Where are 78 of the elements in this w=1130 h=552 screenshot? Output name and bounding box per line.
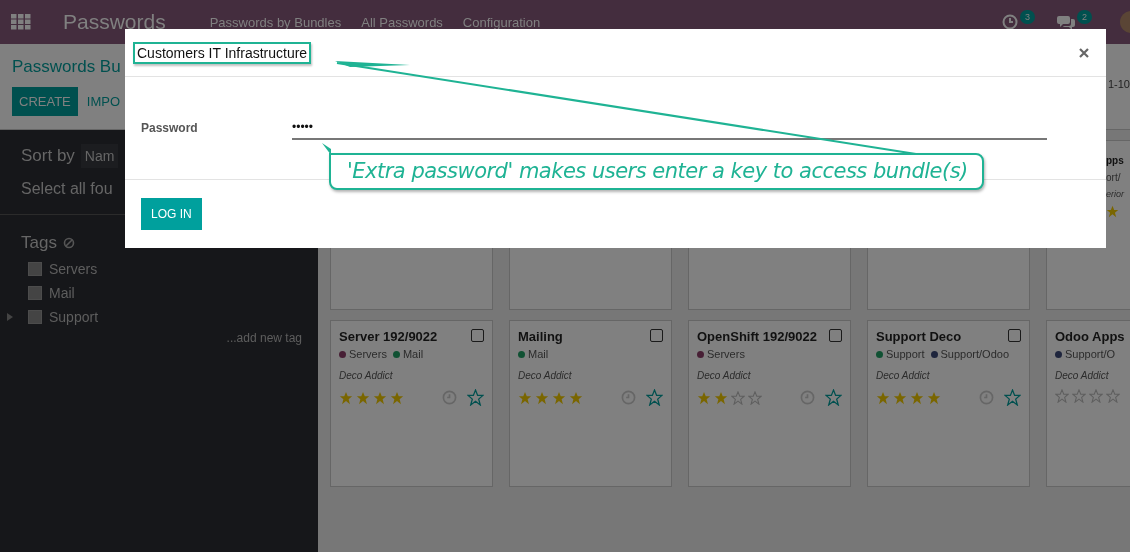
filled-star-icon[interactable] [518,390,532,405]
filled-star-icon[interactable] [893,390,907,405]
breadcrumb[interactable]: Passwords Bu [12,57,123,77]
empty-star-icon[interactable] [1089,389,1103,403]
tag-label: Support [886,348,925,360]
activity-count: 3 [1019,10,1035,24]
partner-name: Deco Addict [876,370,931,381]
card-checkbox[interactable] [471,329,484,342]
tag-label: Servers [349,348,387,360]
tags-title: Tags [21,233,57,253]
login-button[interactable]: LOG IN [141,198,202,230]
filled-star-icon[interactable] [339,390,353,405]
filled-star-icon[interactable] [569,390,583,405]
favorite-star-icon[interactable] [1004,389,1021,406]
tag-checkbox[interactable] [28,310,42,324]
filled-star-icon[interactable] [535,390,549,405]
tag-label: Servers [707,348,745,360]
caret-icon[interactable] [7,313,13,321]
partner-name: Deco Addict [697,370,752,381]
filled-star-icon[interactable] [552,390,566,405]
card-title[interactable]: Mailing [518,329,563,344]
tag-label: Mail [402,348,424,360]
callout: 'Extra password' makes users enter a key to access bundle(s) [329,153,984,190]
sort-dropdown[interactable]: Nam [80,144,119,168]
filled-star-icon[interactable] [373,390,387,405]
empty-star-icon[interactable] [748,390,762,405]
menu-item[interactable]: Configuration [462,14,541,30]
sort-label: Sort by [21,146,75,166]
empty-star-icon[interactable] [1055,389,1069,403]
tag-label: Support/Odoo [940,348,1010,360]
callout-pointer [322,143,331,155]
tag-checkbox[interactable] [28,262,42,276]
field-label: Password [141,120,199,135]
add-tag-link[interactable]: ...add new tag [226,331,302,345]
card-title[interactable]: Server 192/9022 [339,329,438,344]
tag-label: ort/ [1106,172,1122,183]
chat-icon[interactable] [1057,14,1075,30]
card-checkbox[interactable] [829,329,842,342]
star-icon[interactable] [1106,205,1119,218]
filled-star-icon[interactable] [910,390,924,405]
partner-name: Deco Addict [339,370,394,381]
favorite-star-icon[interactable] [646,389,663,406]
filled-star-icon[interactable] [876,390,890,405]
toolbar-button[interactable]: CREATE [12,87,78,116]
filled-star-icon[interactable] [390,390,404,405]
tag-label[interactable]: Support [49,309,99,325]
tag-label: Mail [528,348,549,360]
card-title[interactable]: Odoo Apps [1055,329,1125,344]
menu-item[interactable]: All Passwords [361,14,443,30]
toolbar-button[interactable]: IMPO [83,87,123,116]
empty-star-icon[interactable] [1072,389,1086,403]
message-count: 2 [1077,10,1092,24]
card-checkbox[interactable] [650,329,663,342]
forbidden-icon[interactable] [62,237,75,249]
empty-star-icon[interactable] [1106,389,1120,403]
partner-name: Deco Addict [1055,370,1110,381]
card-title[interactable]: Support Deco [876,329,962,344]
partner-name: erior [1106,189,1126,199]
partner-name: Deco Addict [518,370,573,381]
card-checkbox[interactable] [1008,329,1021,342]
filled-star-icon[interactable] [356,390,370,405]
tag-checkbox[interactable] [28,286,42,300]
dialog-title: Customers IT Infrastructure [133,41,312,64]
filled-star-icon[interactable] [697,390,711,405]
tag-label[interactable]: Servers [49,261,98,277]
clock-icon[interactable] [1001,14,1018,30]
filled-star-icon[interactable] [714,390,728,405]
empty-star-icon[interactable] [731,390,745,405]
filled-star-icon[interactable] [927,390,941,405]
tag-label: Support/O [1065,348,1116,360]
app-title: Passwords [63,10,166,34]
pager-text: 1-10 [1107,77,1130,90]
card-title: pps [1106,155,1125,166]
favorite-star-icon[interactable] [825,389,842,406]
tag-label[interactable]: Mail [49,285,75,301]
app-grid-icon[interactable] [11,14,31,30]
favorite-star-icon[interactable] [467,389,484,406]
card-title[interactable]: OpenShift 192/9022 [697,329,817,344]
